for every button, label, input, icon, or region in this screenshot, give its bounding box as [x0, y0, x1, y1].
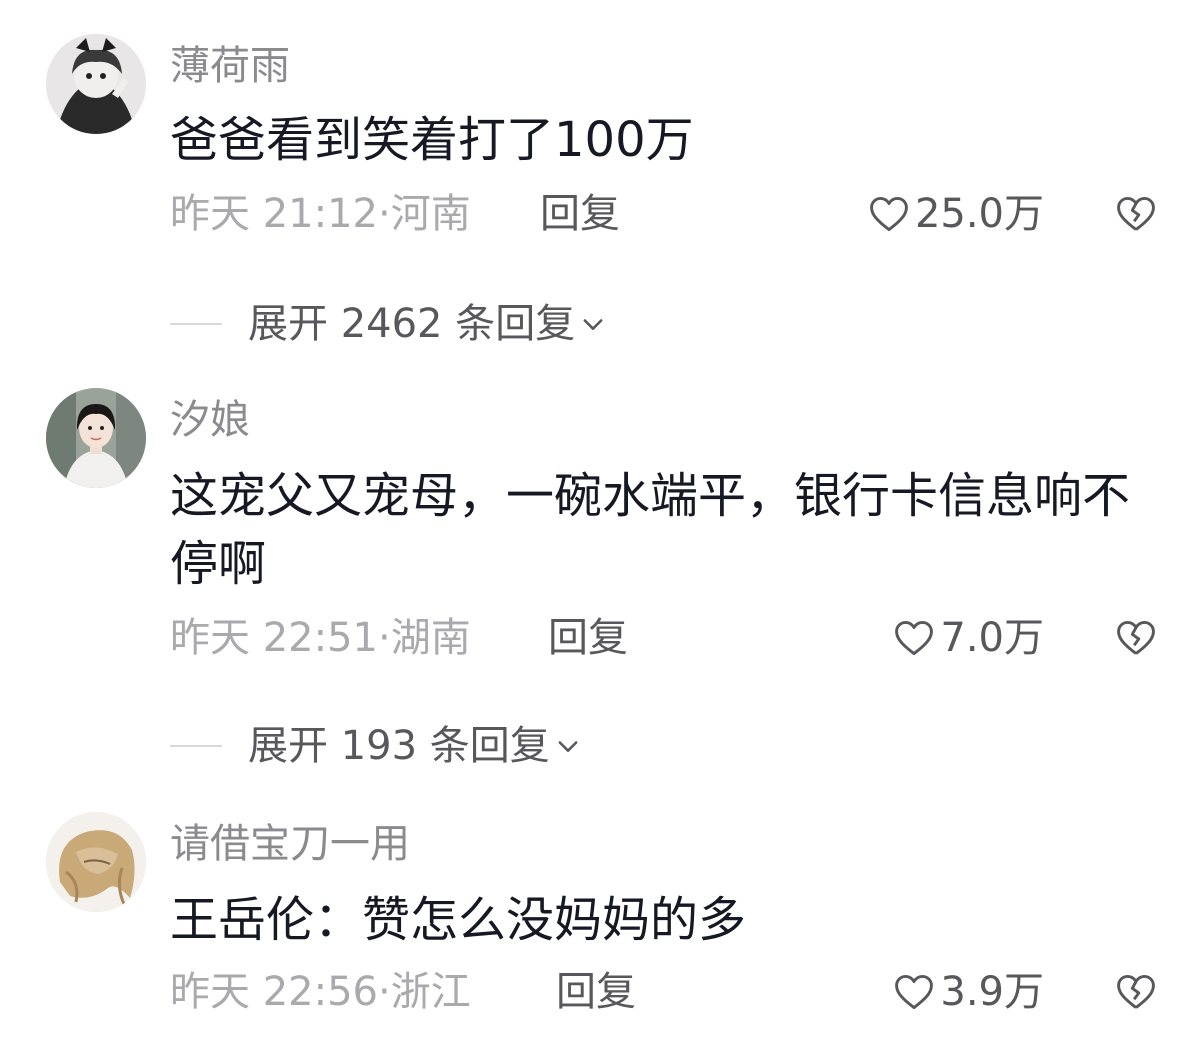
reply-button[interactable]: 回复: [540, 186, 620, 242]
heart-outline-icon: [895, 974, 934, 1010]
like-button[interactable]: 3.9万: [892, 964, 1044, 1020]
comment-time-location: 昨天 21:12·河南: [170, 191, 471, 237]
heart-outline-icon: [870, 196, 908, 232]
like-button[interactable]: 25.0万: [867, 186, 1044, 242]
dislike-button[interactable]: [1114, 192, 1158, 236]
broken-heart-icon: [1117, 620, 1155, 655]
dislike-button[interactable]: [1114, 616, 1158, 660]
chevron-down-icon: [583, 319, 603, 330]
comment-time-location: 昨天 22:51·湖南: [170, 615, 471, 661]
like-count: 7.0万: [940, 615, 1044, 661]
reply-button[interactable]: 回复: [556, 964, 636, 1020]
broken-heart-icon: [1117, 974, 1155, 1009]
comment-username[interactable]: 薄荷雨: [170, 38, 290, 94]
expand-replies-button[interactable]: 展开 2462 条回复: [170, 296, 607, 352]
comment-text: 王岳伦：赞怎么没妈妈的多: [170, 892, 747, 948]
like-button[interactable]: 7.0万: [892, 610, 1044, 666]
divider-line: [170, 323, 222, 325]
avatar[interactable]: [46, 34, 146, 134]
expand-replies-label: 展开 2462 条回复: [248, 301, 576, 347]
broken-heart-icon: [1117, 196, 1155, 231]
comment-text: 爸爸看到笑着打了100万: [170, 112, 694, 168]
like-count: 3.9万: [940, 969, 1044, 1015]
comment-time-location: 昨天 22:56·浙江: [170, 969, 471, 1015]
comment-username[interactable]: 汐娘: [170, 392, 250, 448]
heart-outline-icon: [895, 620, 934, 656]
dislike-button[interactable]: [1114, 970, 1158, 1014]
expand-replies-label: 展开 193 条回复: [248, 723, 550, 769]
like-count: 25.0万: [914, 191, 1044, 237]
avatar[interactable]: [46, 388, 146, 488]
expand-replies-button[interactable]: 展开 193 条回复: [170, 718, 582, 774]
comment-text: 这宠父又宠母，一碗水端平，银行卡信息响不停啊: [170, 468, 1131, 592]
divider-line: [170, 745, 222, 747]
avatar[interactable]: [46, 812, 146, 912]
comment-username[interactable]: 请借宝刀一用: [170, 816, 410, 872]
reply-button[interactable]: 回复: [548, 610, 628, 666]
chevron-down-icon: [558, 741, 578, 752]
